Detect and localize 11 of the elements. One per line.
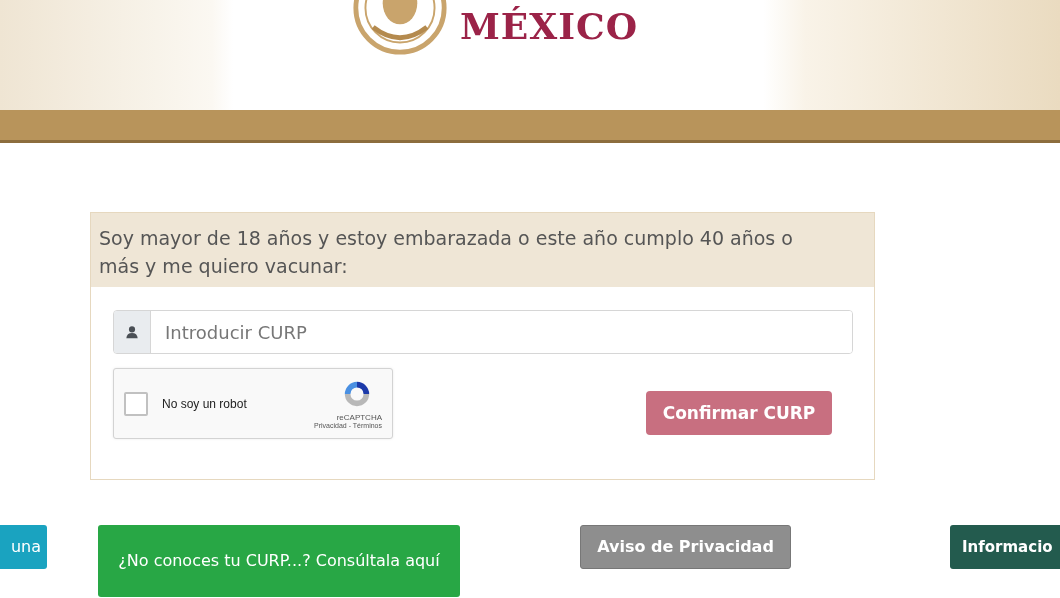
captcha-brand: reCAPTCHA	[336, 412, 382, 422]
link-button[interactable]: ¿No conoces tu CURP...? Consúltala aquí	[98, 525, 460, 597]
captcha-label: No soy un robot	[162, 396, 248, 411]
link-button[interactable]: Informacio	[950, 525, 1060, 569]
site-title: MÉXICO	[459, 4, 639, 48]
user-icon	[125, 325, 139, 339]
form-heading: Soy mayor de 18 años y estoy embarazada o este año cumplo 40 años o más y me quiero vacunar:	[91, 213, 874, 287]
link-button[interactable]: una	[0, 525, 47, 569]
captcha-checkbox[interactable]	[124, 391, 148, 416]
curp-field[interactable]: Introducir CURP	[113, 310, 853, 354]
link-button[interactable]: Aviso de Privacidad	[580, 525, 791, 569]
